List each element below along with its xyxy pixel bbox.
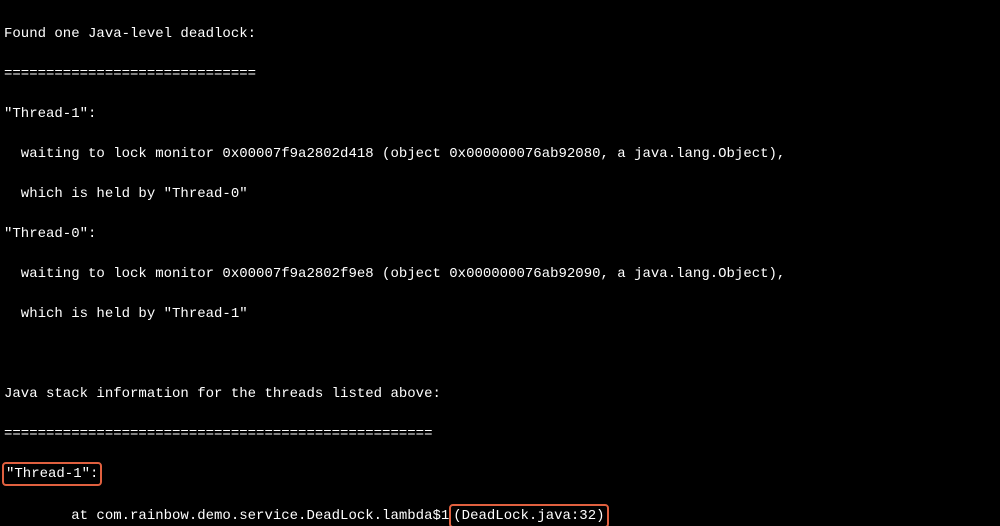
stack-info-title: Java stack information for the threads l… (4, 384, 996, 404)
separator: ========================================… (4, 424, 996, 444)
thread-0-heldby: which is held by "Thread-1" (4, 304, 996, 324)
thread-1-waiting: waiting to lock monitor 0x00007f9a2802d4… (4, 144, 996, 164)
deadlock-header: Found one Java-level deadlock: (4, 24, 996, 44)
thread-1-heldby: which is held by "Thread-0" (4, 184, 996, 204)
highlight-annotation: "Thread-1": (2, 462, 102, 486)
highlight-annotation: (DeadLock.java:32) (449, 504, 608, 526)
thread-0-name: "Thread-0": (4, 224, 996, 244)
stack-thread-1-label: "Thread-1": (4, 464, 996, 484)
terminal-output: Found one Java-level deadlock: =========… (0, 0, 1000, 526)
frame-text: at com.rainbow.demo.service.DeadLock.lam… (4, 508, 449, 524)
thread-1-name: "Thread-1": (4, 104, 996, 124)
stack-thread-1-frame: at com.rainbow.demo.service.DeadLock.lam… (4, 504, 996, 526)
blank-line (4, 344, 996, 364)
separator: ============================== (4, 64, 996, 84)
thread-0-waiting: waiting to lock monitor 0x00007f9a2802f9… (4, 264, 996, 284)
